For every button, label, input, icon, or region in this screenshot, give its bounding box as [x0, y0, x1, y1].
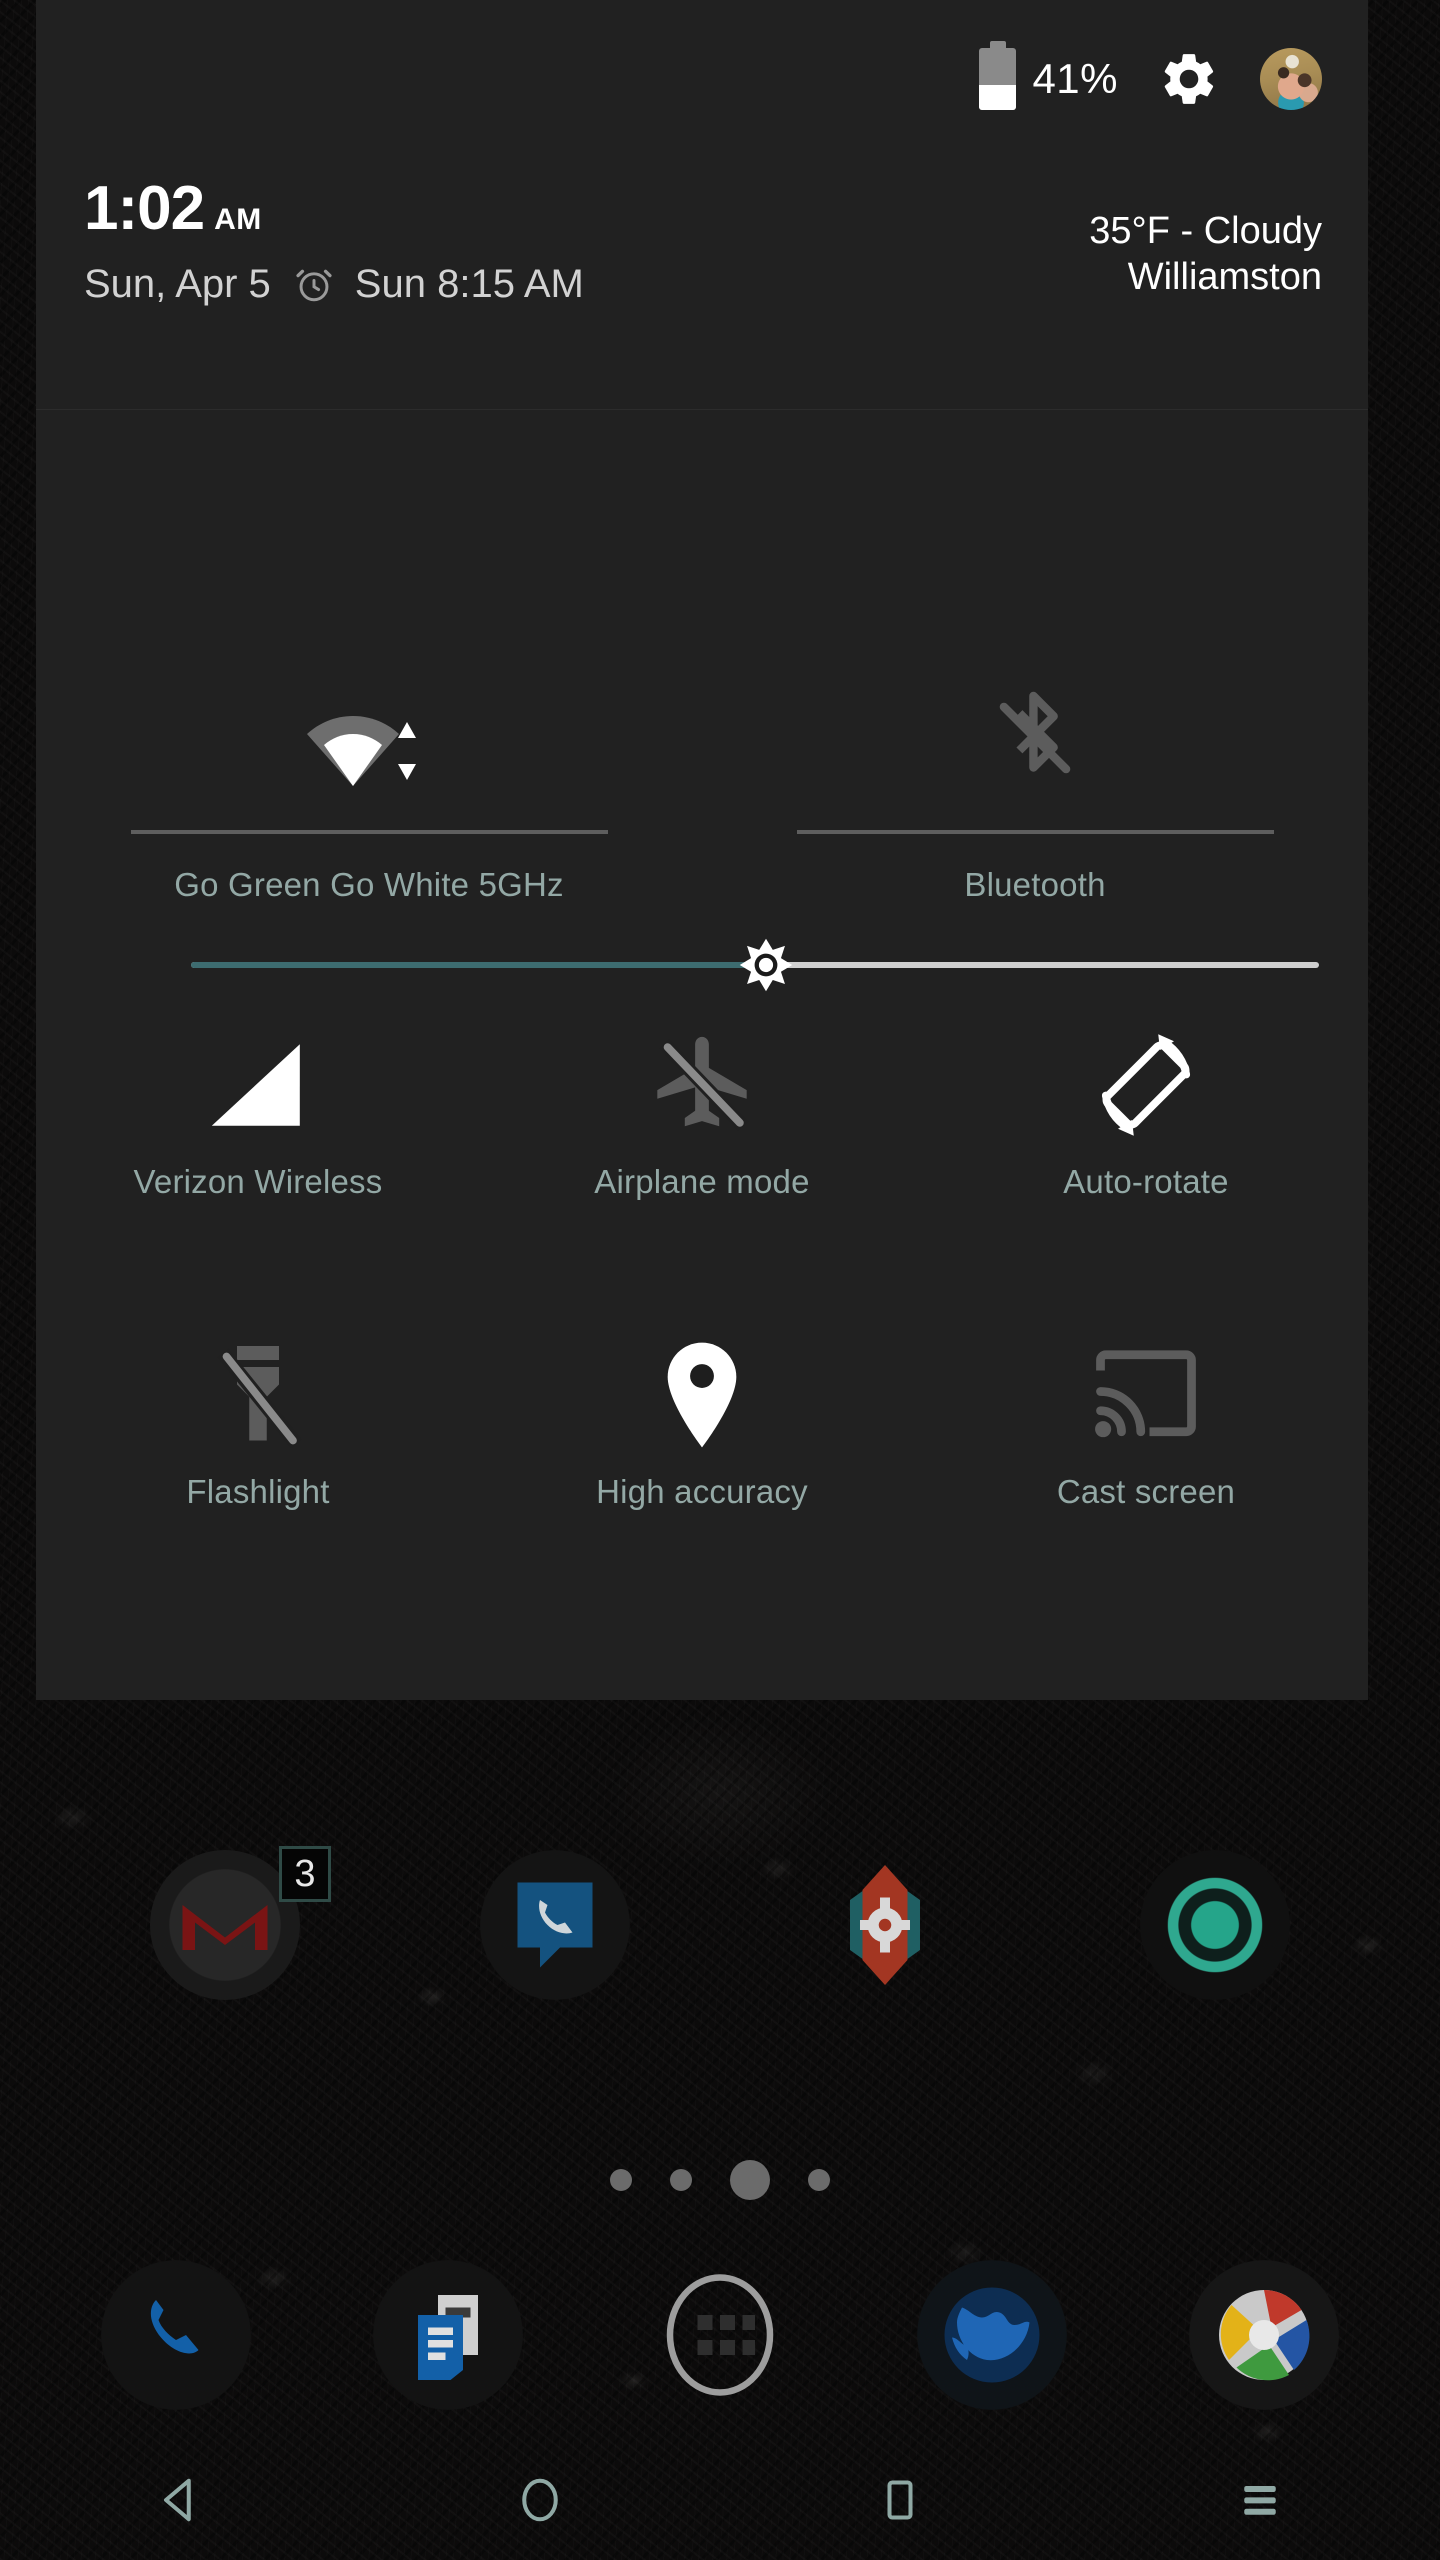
date-label: Sun, Apr 5: [84, 262, 271, 306]
tile-airplane-mode-label: Airplane mode: [594, 1163, 810, 1200]
gmail-badge: 3: [279, 1846, 331, 1902]
tile-cell-signal[interactable]: Verizon Wireless: [36, 1005, 480, 1315]
home-icon: [522, 2478, 558, 2522]
clock-block[interactable]: 1:02 AM Sun, Apr 5 Sun 8:15 AM: [84, 178, 584, 307]
nav-recents-button[interactable]: [720, 2472, 1080, 2528]
teal-circle-app-icon[interactable]: [1140, 1850, 1290, 2000]
bluetooth-tile-divider: [796, 830, 1274, 834]
app-cell-dialer[interactable]: [455, 1850, 655, 2000]
battery-percent-label: 41%: [1032, 55, 1118, 102]
page-dot[interactable]: [610, 2169, 632, 2191]
tile-grid: Go Green Go White 5GHz Bluetooth Verizon…: [36, 660, 1368, 1625]
nav-home-button[interactable]: [360, 2472, 720, 2528]
weather-location: Williamston: [1127, 256, 1322, 299]
phone-app-icon[interactable]: [101, 2260, 251, 2410]
wifi-icon: [294, 682, 444, 794]
alarm-time-label: Sun 8:15 AM: [354, 262, 584, 306]
tile-flashlight-label: Flashlight: [186, 1473, 330, 1510]
page-dot-active[interactable]: [730, 2160, 770, 2200]
clock-line: 1:02 AM: [84, 178, 584, 240]
camera-app-icon[interactable]: [1189, 2260, 1339, 2410]
tile-row-connectivity: Go Green Go White 5GHz Bluetooth: [36, 660, 1368, 1005]
dock-cell-app-drawer[interactable]: [620, 2260, 820, 2410]
cell-signal-icon: [203, 1023, 313, 1147]
clock-time: 1:02: [84, 174, 205, 243]
tile-auto-rotate[interactable]: Auto-rotate: [924, 1005, 1368, 1315]
menu-icon: [1244, 2486, 1276, 2515]
date-line: Sun, Apr 5 Sun 8:15 AM: [84, 262, 584, 307]
battery-status[interactable]: 41%: [979, 48, 1118, 110]
wifi-tile-divider: [130, 830, 608, 834]
recents-icon: [887, 2480, 913, 2520]
tile-wifi-label: Go Green Go White 5GHz: [174, 866, 564, 903]
tile-cast-screen-label: Cast screen: [1056, 1473, 1236, 1510]
airplane-off-icon: [647, 1023, 757, 1147]
bluetooth-off-icon: [983, 682, 1087, 794]
page-dot[interactable]: [808, 2169, 830, 2191]
browser-app-icon[interactable]: [917, 2260, 1067, 2410]
tile-cell-signal-label: Verizon Wireless: [133, 1163, 383, 1200]
alarm-clock-icon: [293, 264, 335, 306]
app-row: 3: [0, 1846, 1440, 2000]
tile-row-two: Verizon Wireless Airplane mode Auto-rota…: [36, 1005, 1368, 1315]
gmail-app-icon[interactable]: [150, 1850, 300, 2000]
app-drawer-icon[interactable]: [645, 2260, 795, 2410]
tile-flashlight[interactable]: Flashlight: [36, 1315, 480, 1625]
quick-settings-header: 41% 1:02 AM Sun, Apr 5 Sun 8:15 AM 35°F …: [36, 0, 1368, 410]
messaging-app-icon[interactable]: [373, 2260, 523, 2410]
location-pin-icon: [654, 1333, 750, 1457]
nav-menu-button[interactable]: [1080, 2472, 1440, 2528]
page-indicator-dots: [0, 2160, 1440, 2200]
settings-app-icon[interactable]: [810, 1850, 960, 2000]
settings-gear-button[interactable]: [1158, 48, 1220, 110]
auto-rotate-icon: [1087, 1023, 1205, 1147]
gear-icon: [1164, 54, 1214, 104]
tile-location-label: High accuracy: [596, 1473, 808, 1510]
cast-screen-icon: [1090, 1333, 1202, 1457]
app-cell-teal[interactable]: [1115, 1850, 1315, 2000]
weather-block[interactable]: 35°F - Cloudy Williamston: [1089, 208, 1322, 301]
dock: [0, 2260, 1440, 2410]
page-dot[interactable]: [670, 2169, 692, 2191]
battery-icon: [979, 48, 1017, 110]
brightness-row: [36, 410, 1368, 992]
quick-settings-panel: 41% 1:02 AM Sun, Apr 5 Sun 8:15 AM 35°F …: [36, 0, 1368, 1700]
tile-bluetooth-label: Bluetooth: [964, 866, 1106, 903]
tile-auto-rotate-label: Auto-rotate: [1063, 1163, 1229, 1200]
user-avatar[interactable]: [1260, 48, 1322, 110]
dock-cell-browser[interactable]: [892, 2260, 1092, 2410]
app-cell-settings[interactable]: [785, 1850, 985, 2000]
status-row: 41%: [979, 48, 1322, 110]
navigation-bar: [0, 2440, 1440, 2560]
dock-cell-phone[interactable]: [76, 2260, 276, 2410]
tile-wifi[interactable]: Go Green Go White 5GHz: [36, 682, 702, 1005]
clock-ampm: AM: [214, 203, 262, 236]
dialer-app-icon[interactable]: [480, 1850, 630, 2000]
dock-cell-camera[interactable]: [1164, 2260, 1364, 2410]
tile-location[interactable]: High accuracy: [480, 1315, 924, 1625]
nav-back-button[interactable]: [0, 2472, 360, 2528]
tile-bluetooth[interactable]: Bluetooth: [702, 682, 1368, 1005]
tile-airplane-mode[interactable]: Airplane mode: [480, 1005, 924, 1315]
back-icon: [163, 2478, 191, 2522]
app-cell-gmail[interactable]: 3: [125, 1846, 331, 2000]
tile-row-three: Flashlight High accuracy Cast screen: [36, 1315, 1368, 1625]
dock-cell-messaging[interactable]: [348, 2260, 548, 2410]
home-screen: 3: [0, 1700, 1440, 2560]
tile-cast-screen[interactable]: Cast screen: [924, 1315, 1368, 1625]
weather-condition: 35°F - Cloudy: [1089, 210, 1322, 252]
flashlight-off-icon: [210, 1333, 306, 1457]
